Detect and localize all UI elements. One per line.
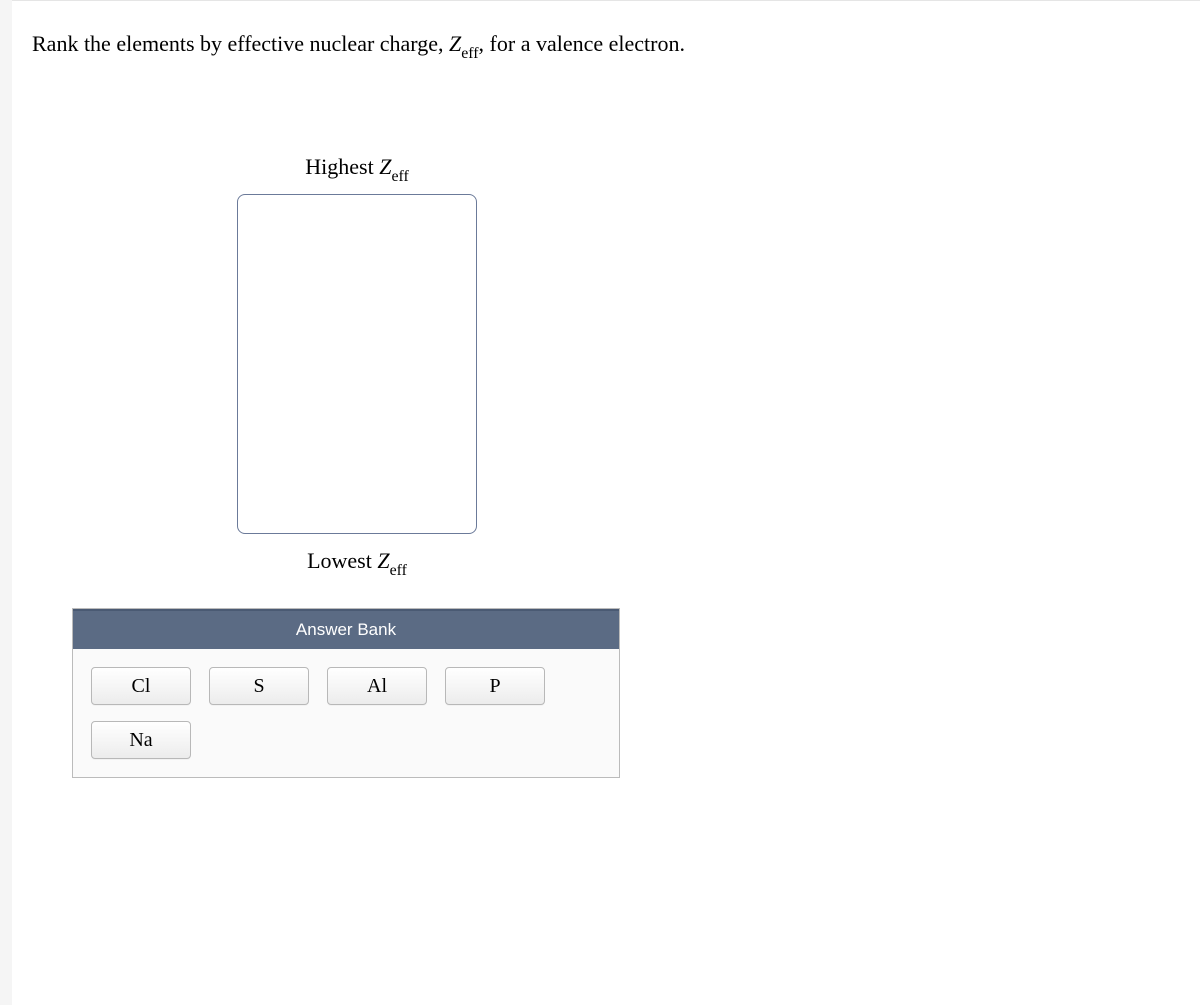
ranking-top-symbol-main: Z <box>379 154 391 179</box>
element-tile[interactable]: Na <box>91 721 191 759</box>
ranking-area: Highest Zeff Lowest Zeff <box>232 154 482 579</box>
element-tile[interactable]: S <box>209 667 309 705</box>
ranking-top-prefix: Highest <box>305 154 379 179</box>
ranking-top-symbol-sub: eff <box>391 168 408 185</box>
zeff-symbol-main: Z <box>449 31 461 56</box>
ranking-bottom-symbol-sub: eff <box>390 562 407 579</box>
question-suffix: , for a valence electron. <box>479 31 685 56</box>
answer-bank-header: Answer Bank <box>73 609 619 649</box>
ranking-bottom-label: Lowest Zeff <box>307 548 407 578</box>
ranking-top-label: Highest Zeff <box>305 154 408 184</box>
answer-bank-tiles: Cl S Al P Na <box>73 649 619 777</box>
element-tile[interactable]: Cl <box>91 667 191 705</box>
ranking-bottom-symbol-main: Z <box>377 548 389 573</box>
zeff-symbol-sub: eff <box>461 45 478 62</box>
question-prefix: Rank the elements by effective nuclear c… <box>32 31 449 56</box>
ranking-drop-zone[interactable] <box>237 194 477 534</box>
answer-bank: Answer Bank Cl S Al P Na <box>72 608 620 778</box>
element-tile[interactable]: Al <box>327 667 427 705</box>
question-page: Rank the elements by effective nuclear c… <box>12 0 1200 1005</box>
question-text: Rank the elements by effective nuclear c… <box>32 29 1180 64</box>
ranking-bottom-prefix: Lowest <box>307 548 377 573</box>
element-tile[interactable]: P <box>445 667 545 705</box>
